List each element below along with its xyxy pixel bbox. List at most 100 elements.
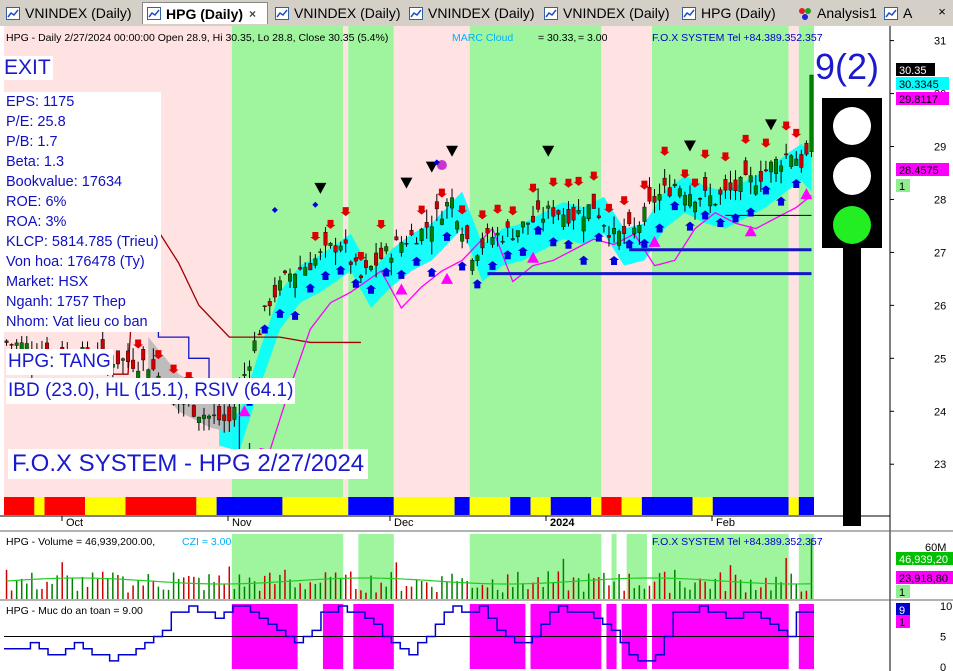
- fundamental-item: Nganh: 1757 Thep: [4, 292, 161, 312]
- candle-body: [515, 230, 520, 237]
- y-tick-label: 26: [934, 300, 946, 312]
- tab-6[interactable]: Analysis1: [794, 2, 878, 24]
- candle-body: [333, 245, 338, 253]
- candle-body: [606, 235, 611, 238]
- trend-strip-segment: [44, 497, 85, 515]
- candle-body: [414, 242, 419, 245]
- trend-strip-segment: [393, 497, 455, 515]
- trend-strip-segment: [348, 497, 394, 515]
- candle-body: [308, 263, 313, 271]
- candle-body: [282, 270, 287, 274]
- volume-zone: [358, 534, 394, 599]
- trend-strip-segment: [621, 497, 642, 515]
- candle-body: [363, 260, 368, 268]
- candle-body: [262, 305, 267, 307]
- fundamental-item: P/B: 1.7: [4, 132, 161, 152]
- candle-body: [212, 414, 217, 417]
- candle-body: [4, 340, 9, 343]
- chart-document-icon: [884, 6, 898, 20]
- tab-4[interactable]: VNINDEX (Daily): [540, 2, 676, 24]
- candle-body: [546, 205, 551, 209]
- fundamental-item: P/E: 25.8: [4, 112, 161, 132]
- volume-label: 23,918,80: [899, 573, 948, 585]
- candle-body: [444, 202, 449, 207]
- candle-body: [728, 182, 733, 191]
- candle-body: [733, 179, 738, 191]
- candle-body: [196, 416, 201, 423]
- price-label: 28.4575: [899, 165, 939, 177]
- chart-document-icon: [147, 7, 161, 20]
- trend-strip-segment: [125, 497, 197, 515]
- tab-0[interactable]: VNINDEX (Daily): [2, 2, 140, 24]
- fundamental-item: Market: HSX: [4, 272, 161, 292]
- candle-body: [758, 171, 763, 182]
- tab-label: A: [903, 5, 913, 21]
- chart-document-icon: [6, 6, 20, 20]
- tab-1[interactable]: HPG (Daily) ×: [142, 2, 268, 24]
- candle-body: [252, 340, 257, 352]
- candle-body: [652, 196, 657, 203]
- candle-body: [748, 175, 753, 183]
- y-tick-label: 31: [934, 36, 946, 48]
- candle-body: [439, 218, 444, 225]
- trend-strip-segment: [601, 497, 622, 515]
- candle-body: [536, 200, 541, 210]
- trend-strip-segment: [469, 497, 511, 515]
- candle-body: [14, 342, 19, 346]
- candle-body: [541, 218, 546, 223]
- candle-body: [576, 210, 581, 214]
- y-tick-label: 27: [934, 247, 946, 259]
- candle-body: [794, 158, 799, 166]
- candle-body: [434, 201, 439, 210]
- fundamental-item: Nhom: Vat lieu co ban: [4, 312, 161, 332]
- candle-body: [455, 221, 460, 230]
- safety-y-tick: 0: [940, 662, 946, 671]
- candle-body: [753, 185, 758, 195]
- tab-label: VNINDEX (Daily): [428, 5, 535, 21]
- chart-document-icon: [544, 6, 558, 20]
- tab-7[interactable]: A: [880, 2, 920, 24]
- close-tab-button[interactable]: ×: [933, 2, 951, 22]
- candle-body: [343, 239, 348, 244]
- volume-system-label: F.O.X SYSTEM Tel +84.389.352.357: [652, 536, 823, 548]
- y-tick-label: 25: [934, 353, 946, 365]
- tab-2[interactable]: VNINDEX (Daily): [271, 2, 403, 24]
- candle-body: [201, 414, 206, 419]
- candle-body: [617, 231, 622, 246]
- candle-body: [698, 198, 703, 200]
- fundamentals-list: EPS: 1175 P/E: 25.8 P/B: 1.7 Beta: 1.3 Bookv…: [4, 92, 161, 332]
- candle-body: [738, 177, 743, 192]
- candle-body: [743, 160, 748, 175]
- y-tick-label: 28: [934, 194, 946, 206]
- candle-body: [505, 221, 510, 228]
- volume-header: HPG - Volume = 46,939,200.00,: [6, 536, 155, 548]
- candle-body: [277, 280, 282, 291]
- trend-strip-segment: [591, 497, 602, 515]
- price-label: 30.35: [899, 65, 927, 77]
- tab-5[interactable]: HPG (Daily): [678, 2, 792, 24]
- candle-body: [804, 143, 809, 155]
- y-tick-label: 23: [934, 459, 946, 471]
- candle-body: [591, 193, 596, 209]
- marc-label: MARC Cloud: [452, 32, 513, 44]
- candle-body: [789, 155, 794, 167]
- candle-body: [637, 225, 642, 233]
- exit-label: EXIT: [2, 56, 53, 80]
- system-banner: F.O.X SYSTEM - HPG 2/27/2024: [8, 449, 369, 479]
- czi-label: CZI = 3.00: [182, 536, 231, 548]
- tab-3[interactable]: VNINDEX (Daily): [405, 2, 538, 24]
- candle-body: [293, 273, 298, 289]
- candle-body: [115, 350, 120, 365]
- candle-body: [399, 242, 404, 253]
- trend-strip-segment: [788, 497, 799, 515]
- price-label: 29.8117: [899, 94, 938, 106]
- candle-body: [429, 226, 434, 242]
- candle-body: [141, 349, 146, 361]
- candle-body: [338, 245, 343, 251]
- candle-body: [126, 350, 131, 362]
- trend-strip-segment: [692, 497, 713, 515]
- x-tick-label: Nov: [232, 517, 252, 529]
- candle-body: [328, 243, 333, 247]
- tab-close-icon[interactable]: ×: [249, 7, 256, 21]
- chart-document-icon: [682, 6, 696, 20]
